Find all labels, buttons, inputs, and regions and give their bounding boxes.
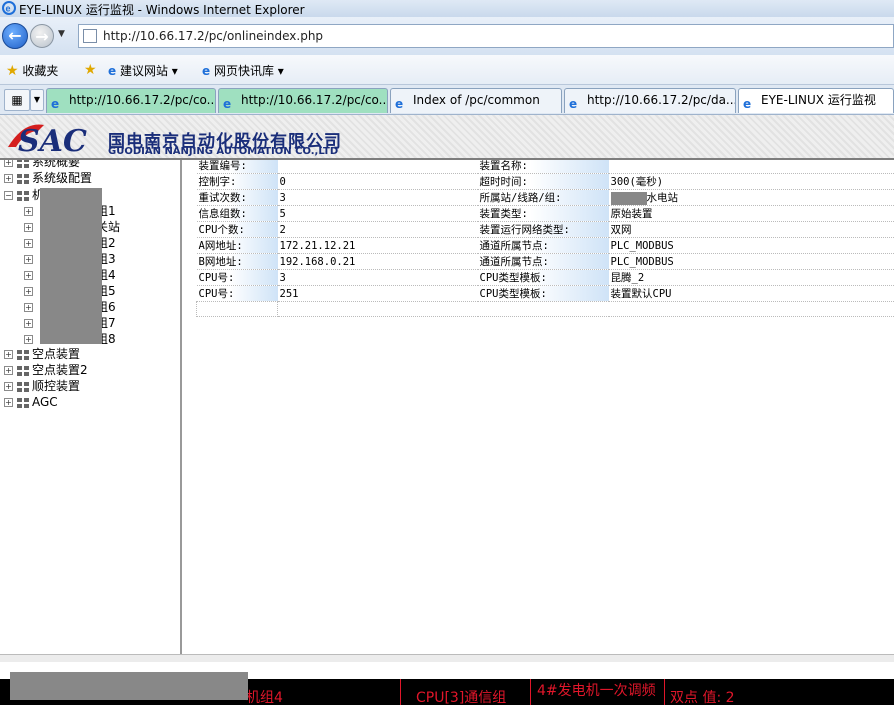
favorites-button[interactable]: ★ 收藏夹 xyxy=(6,62,59,79)
tree-folder-icon xyxy=(17,381,29,392)
device-tree-panel: + 系统概要 + 系统级配置 − 机 + 组1 + 关站 + 组2 + 组3 + 组4 + 组5 … xyxy=(0,160,182,654)
add-favorite-icon[interactable]: ★ xyxy=(84,62,97,78)
fav-link-web-slice[interactable]: e 网页快讯库 ▾ xyxy=(202,62,284,78)
ie-icon: e xyxy=(223,97,232,111)
ie-icon: e xyxy=(569,97,578,111)
tree-folder-icon xyxy=(17,349,29,360)
tab-2[interactable]: e http://10.66.17.2/pc/co... xyxy=(218,88,388,113)
ie-icon: e xyxy=(108,64,117,78)
expand-icon[interactable]: + xyxy=(4,382,13,391)
table-row: 控制字: 0 超时时间: 300(毫秒) xyxy=(196,173,894,190)
company-logo: SAC xyxy=(8,124,87,157)
table-row: 装置编号: 装置名称: xyxy=(196,160,894,174)
back-arrow-icon: ← xyxy=(8,26,22,45)
collapse-icon[interactable]: − xyxy=(4,191,13,200)
table-row: B网地址: 192.168.0.21 通道所属节点: PLC_MODBUS xyxy=(196,253,894,270)
ie-icon: e xyxy=(2,1,16,15)
redaction-block xyxy=(10,672,248,700)
tree-node-virtual-device[interactable]: + 空点装置 xyxy=(4,346,80,362)
title-bar: e EYE-LINUX 运行监视 - Windows Internet Expl… xyxy=(0,0,894,17)
ie-icon: e xyxy=(743,97,752,111)
table-row: 信息组数: 5 装置类型: 原始装置 xyxy=(196,205,894,222)
tree-folder-icon xyxy=(17,160,29,168)
table-row: A网地址: 172.21.12.21 通道所属节点: PLC_MODBUS xyxy=(196,237,894,254)
tree-node-virtual-device-2[interactable]: + 空点装置2 xyxy=(4,362,88,378)
favorites-label: 收藏夹 xyxy=(22,64,59,78)
svg-text:e: e xyxy=(6,4,11,14)
tree-folder-icon xyxy=(17,397,29,408)
expand-icon[interactable]: + xyxy=(4,160,13,167)
tree-folder-icon xyxy=(17,173,29,184)
redaction-block xyxy=(40,188,102,344)
device-detail-panel: 装置编号: 装置名称: 控制字: 0 超时时间: 300(毫秒) 重试次数: 3 所属站/线… xyxy=(184,160,894,654)
tree-node-system-summary[interactable]: + 系统概要 xyxy=(4,160,80,170)
ie-icon: e xyxy=(395,97,404,111)
quick-tabs-icon[interactable]: ▦ xyxy=(4,89,30,111)
tree-folder-icon xyxy=(17,365,29,376)
fav-link-suggested-sites[interactable]: e 建议网站 ▾ xyxy=(108,62,178,78)
expand-icon[interactable]: + xyxy=(4,350,13,359)
url-text[interactable]: http://10.66.17.2/pc/onlineindex.php xyxy=(103,29,323,43)
table-row: 重试次数: 3 所属站/线路/组: 水电站 xyxy=(196,189,894,206)
ticker-item: 双点 值: 2 xyxy=(670,690,735,705)
table-row: CPU号: 251 CPU类型模板: 装置默认CPU xyxy=(196,285,894,302)
frame-splitter[interactable] xyxy=(0,654,894,662)
table-row xyxy=(196,301,894,317)
tab-4[interactable]: e http://10.66.17.2/pc/da... xyxy=(564,88,736,113)
history-dropdown-icon[interactable]: ▼ xyxy=(58,29,65,39)
ticker-separator xyxy=(400,679,401,705)
ticker-item: 机组4 xyxy=(246,690,283,705)
expand-icon[interactable]: + xyxy=(4,174,13,183)
ie-icon: e xyxy=(202,64,211,78)
device-properties-table: 装置编号: 装置名称: 控制字: 0 超时时间: 300(毫秒) 重试次数: 3 所属站/线… xyxy=(196,160,894,317)
tab-list-dropdown-icon[interactable]: ▼ xyxy=(30,89,44,111)
table-row: CPU个数: 2 装置运行网络类型: 双网 xyxy=(196,221,894,238)
address-bar[interactable]: http://10.66.17.2/pc/onlineindex.php xyxy=(78,24,894,48)
tab-5-active[interactable]: e EYE-LINUX 运行监视 xyxy=(738,88,894,113)
tree-node-units[interactable]: − 机 xyxy=(4,187,44,203)
ticker-item: 4#发电机一次调频 xyxy=(537,683,656,699)
page-icon xyxy=(83,29,97,43)
ticker-item: CPU[3]通信组 xyxy=(416,690,507,705)
expand-icon[interactable]: + xyxy=(4,398,13,407)
window-title: EYE-LINUX 运行监视 - Windows Internet Explor… xyxy=(19,3,305,17)
expand-icon[interactable]: + xyxy=(4,366,13,375)
tab-1[interactable]: e http://10.66.17.2/pc/co... xyxy=(46,88,216,113)
tree-folder-icon xyxy=(17,190,29,201)
ticker-separator xyxy=(664,679,665,705)
forward-arrow-icon: → xyxy=(35,27,49,46)
tree-node-sequence-control[interactable]: + 顺控装置 xyxy=(4,378,80,394)
ie-icon: e xyxy=(51,97,60,111)
forward-button[interactable]: → xyxy=(30,24,54,48)
company-name-en: GUODIAN NANJING AUTOMATION CO.,LTD xyxy=(108,146,339,157)
tab-3[interactable]: e Index of /pc/common xyxy=(390,88,562,113)
star-icon: ★ xyxy=(6,63,19,79)
table-row: CPU号: 3 CPU类型模板: 昆腾_2 xyxy=(196,269,894,286)
back-button[interactable]: ← xyxy=(2,23,28,49)
tree-node-system-config[interactable]: + 系统级配置 xyxy=(4,170,92,186)
tree-node-agc[interactable]: + AGC xyxy=(4,394,58,410)
logo-text: SAC xyxy=(18,124,87,157)
ticker-separator xyxy=(530,679,531,705)
redaction-block xyxy=(610,191,647,205)
